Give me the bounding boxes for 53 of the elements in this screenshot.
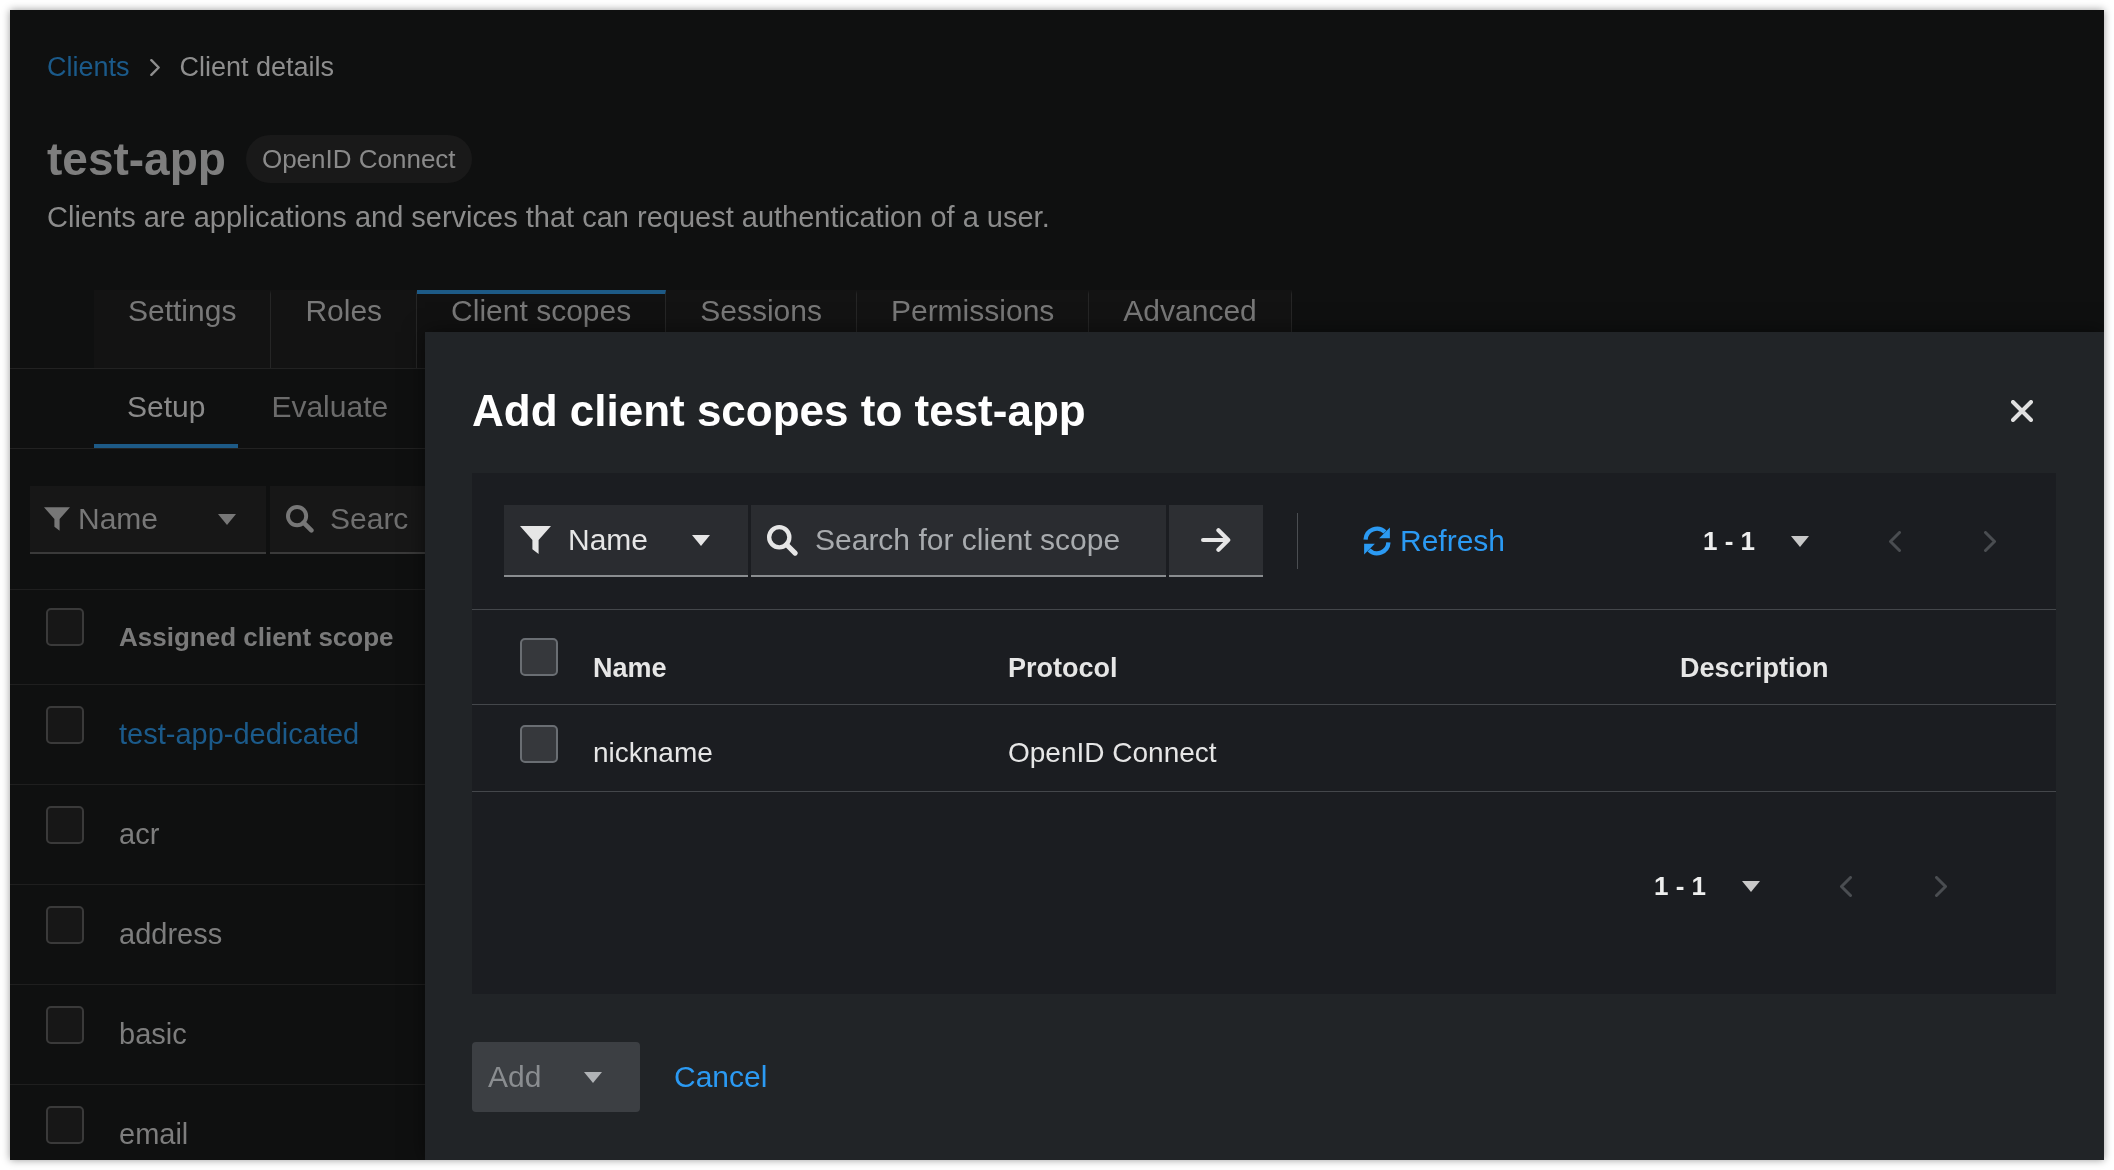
angle-right-icon [1984, 530, 1996, 552]
column-header: Assigned client scope [119, 621, 394, 653]
client-description: Clients are applications and services that can request authentication of a user. [47, 200, 1050, 235]
checkbox[interactable] [46, 1005, 84, 1044]
table-cell: basic [119, 1018, 187, 1051]
table-cell: address [119, 918, 223, 951]
chevron-right-icon [149, 58, 160, 76]
checkbox[interactable] [520, 725, 558, 763]
checkbox[interactable] [46, 805, 84, 844]
checkbox[interactable] [46, 608, 84, 646]
sync-icon [1362, 526, 1392, 556]
checkbox[interactable] [46, 705, 84, 744]
scope-link[interactable]: test-app-dedicated [119, 718, 360, 751]
arrow-right-icon [1201, 528, 1231, 552]
pagination-toggle[interactable]: 1 - 1 [1637, 858, 1776, 914]
pagination-toggle[interactable]: 1 - 1 [1686, 513, 1825, 569]
column-header: Description [1680, 651, 1829, 684]
filter-icon [44, 507, 70, 531]
subtab[interactable]: Evaluate [238, 369, 422, 448]
table-cell-text: nickname [593, 736, 713, 769]
checkbox[interactable] [46, 905, 84, 944]
caret-icon [692, 534, 710, 546]
modal-title: Add client scopes to test-app [472, 385, 1086, 437]
caret-icon [1742, 880, 1760, 892]
search-icon [286, 505, 314, 533]
table-cell-text: OpenID Connect [1008, 736, 1217, 769]
refresh-button[interactable]: Refresh [1362, 524, 1506, 558]
close-icon [2011, 400, 2033, 422]
search-icon [767, 525, 798, 556]
table-cell: email [119, 1118, 189, 1151]
protocol-badge: OpenID Connect [245, 135, 472, 183]
angle-left-icon [1889, 530, 1901, 552]
table-cell: acr [119, 818, 160, 851]
filter-dropdown[interactable]: Name [30, 486, 266, 554]
column-header: Name [593, 651, 667, 684]
search-field[interactable]: Search for client scope [751, 505, 1166, 577]
checkbox[interactable] [520, 638, 558, 676]
breadcrumb-current: Client details [179, 51, 335, 83]
angle-right-icon [1935, 875, 1947, 897]
checkbox[interactable] [46, 1105, 84, 1144]
client-title: test-app [47, 132, 226, 187]
angle-left-icon [1840, 875, 1852, 897]
tab[interactable]: Settings [94, 290, 272, 368]
filter-icon [520, 526, 551, 554]
cancel-link[interactable]: Cancel [674, 1060, 768, 1094]
subtab[interactable]: Setup [94, 369, 239, 448]
search-submit-button[interactable] [1169, 505, 1263, 577]
breadcrumb-link[interactable]: Clients [47, 51, 130, 83]
caret-icon [218, 513, 236, 525]
caret-icon [1791, 535, 1809, 547]
filter-dropdown[interactable]: Name [504, 505, 748, 577]
column-header: Protocol [1008, 651, 1118, 684]
caret-icon [584, 1071, 602, 1083]
